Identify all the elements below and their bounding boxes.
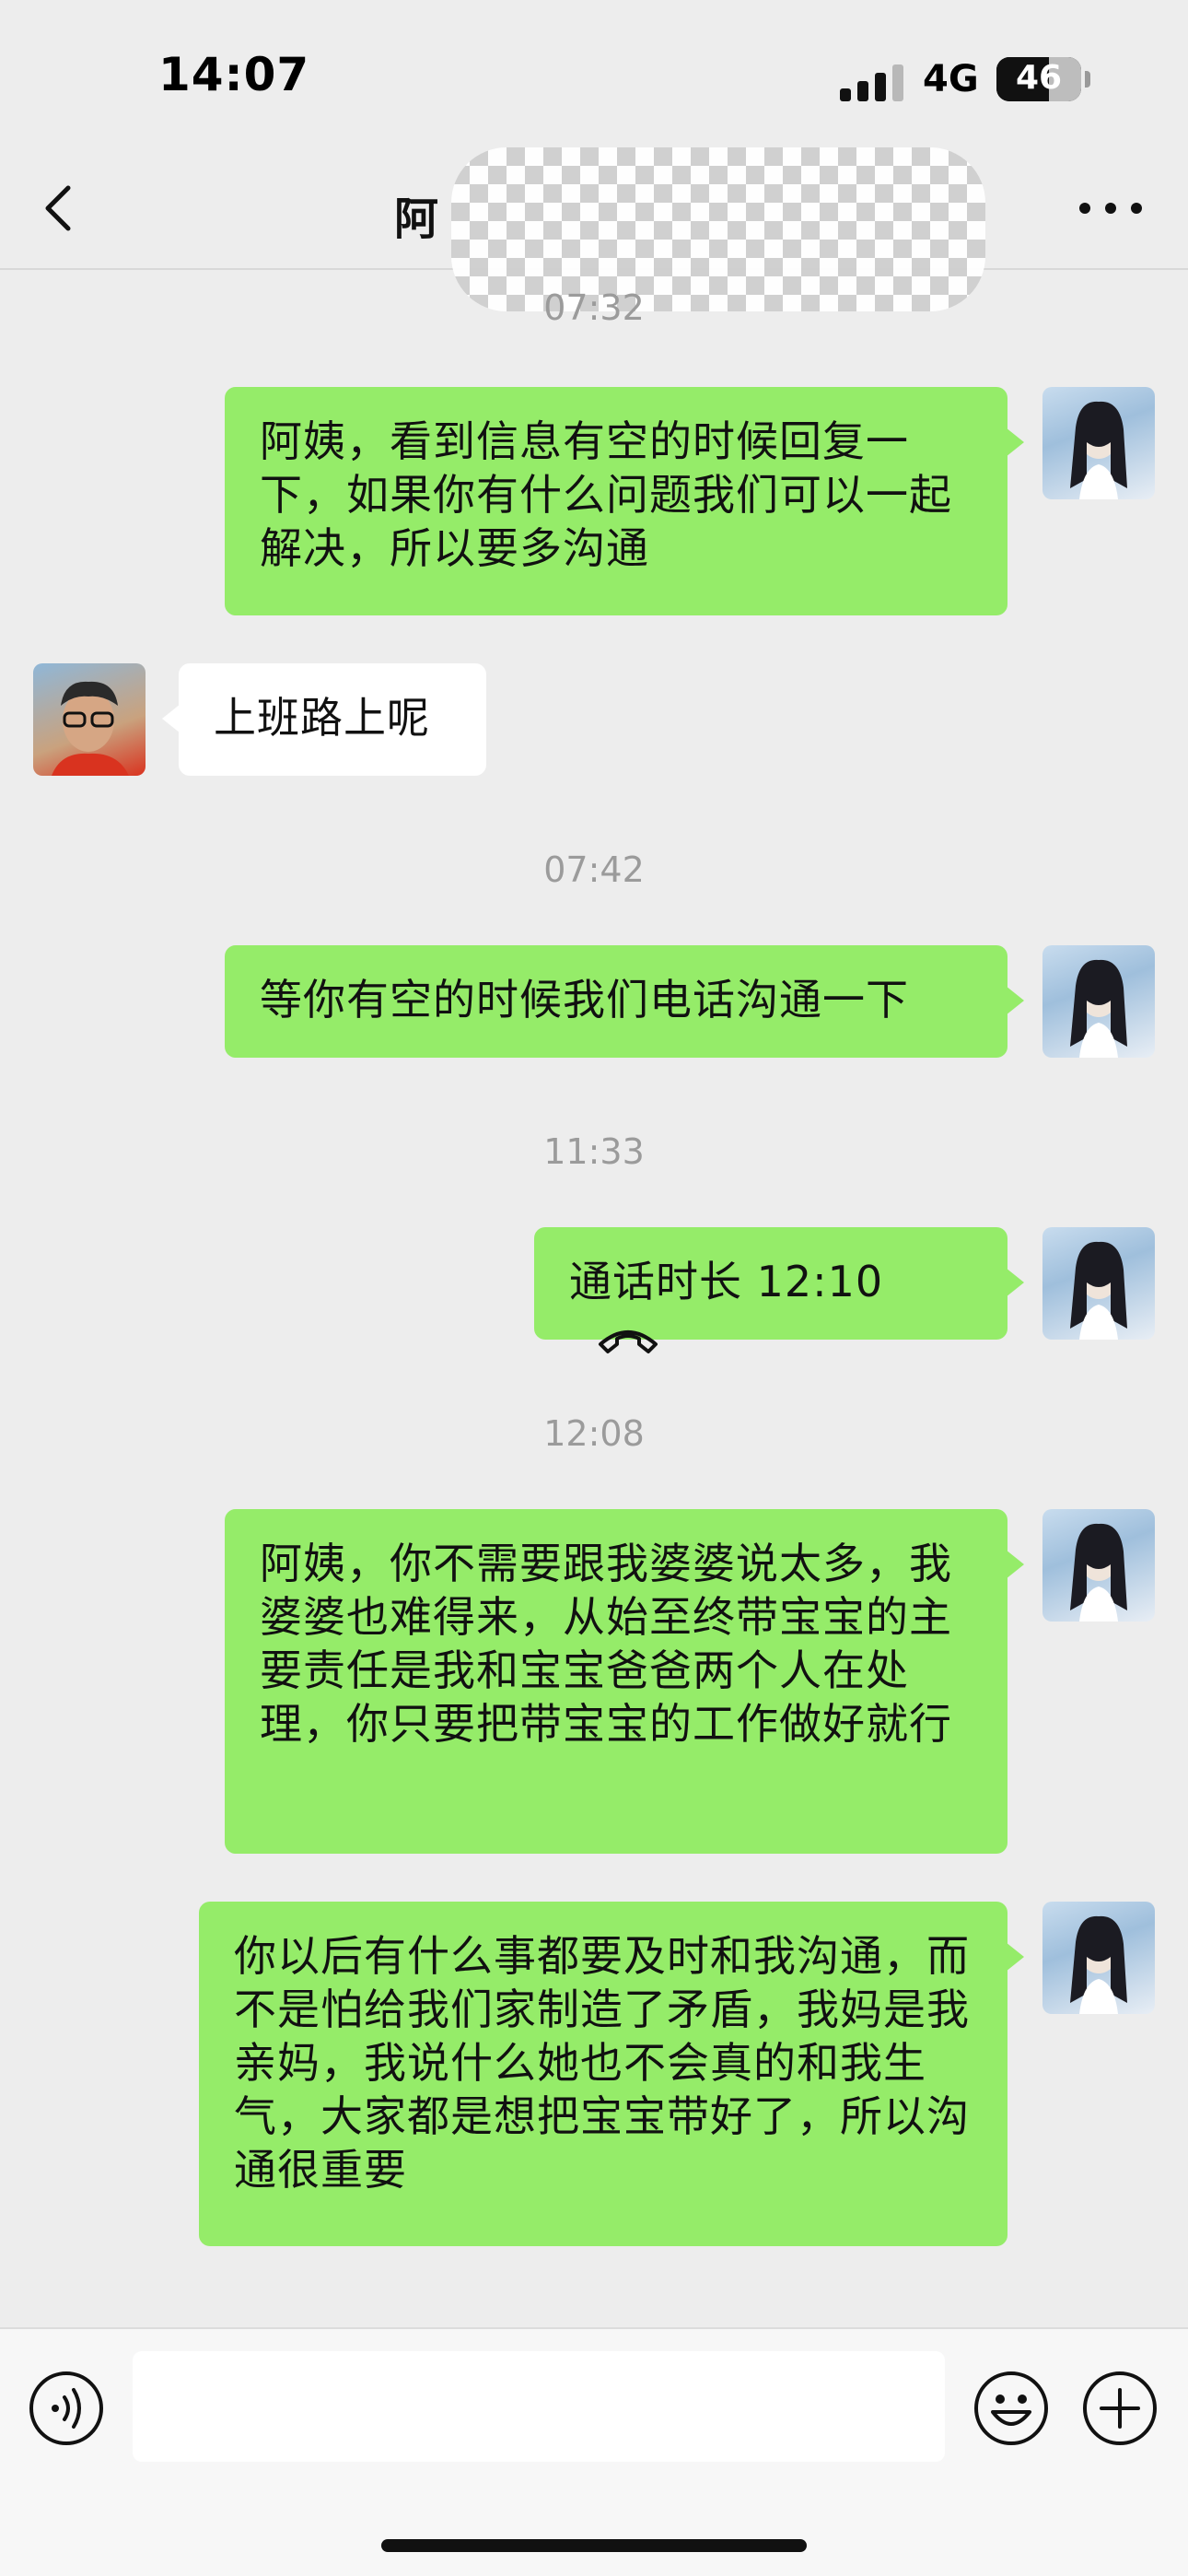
battery-icon: 46 xyxy=(996,57,1081,101)
cellular-signal-icon xyxy=(840,64,903,101)
battery-percent: 46 xyxy=(1015,59,1063,97)
self-avatar[interactable] xyxy=(1042,1509,1155,1622)
status-time: 14:07 xyxy=(158,48,310,101)
status-bar: 14:07 4G 46 xyxy=(0,0,1188,147)
chat-title: 阿 xyxy=(394,193,439,245)
more-dots-icon[interactable] xyxy=(1076,188,1146,228)
avatar-image xyxy=(52,681,129,776)
plus-icon[interactable] xyxy=(1081,2370,1159,2447)
avatar-image xyxy=(1070,1523,1127,1622)
sent-message-bubble[interactable]: 阿姨，你不需要跟我婆婆说太多，我婆婆也难得来，从始至终带宝宝的主要责任是我和宝宝… xyxy=(225,1509,1024,1854)
message-timestamp: 07:42 xyxy=(543,849,645,890)
message-text-input[interactable] xyxy=(133,2351,945,2462)
voice-input-icon[interactable] xyxy=(28,2370,105,2447)
chat-header: 阿 xyxy=(0,147,1188,311)
self-avatar[interactable] xyxy=(1042,1227,1155,1340)
message-timestamp: 07:32 xyxy=(543,287,645,328)
message-timestamp: 12:08 xyxy=(543,1413,645,1454)
self-avatar[interactable] xyxy=(1042,1902,1155,2014)
home-indicator[interactable] xyxy=(381,2539,807,2552)
self-avatar[interactable] xyxy=(1042,387,1155,499)
emoji-icon[interactable] xyxy=(973,2370,1050,2447)
battery-cap xyxy=(1085,71,1090,88)
chevron-left-icon[interactable] xyxy=(28,175,94,241)
avatar-image xyxy=(1070,1915,1127,2014)
avatar-image xyxy=(1070,959,1127,1058)
avatar-image xyxy=(1070,1241,1127,1340)
call-duration-text: 通话时长 12:10 xyxy=(569,1257,884,1306)
message-timestamp: 11:33 xyxy=(543,1131,645,1172)
self-avatar[interactable] xyxy=(1042,945,1155,1058)
phone-hangup-icon xyxy=(599,1329,658,1353)
sent-message-bubble[interactable]: 阿姨，看到信息有空的时候回复一下，如果你有什么问题我们可以一起解决，所以要多沟通 xyxy=(225,387,1024,615)
sent-message-bubble[interactable]: 等你有空的时候我们电话沟通一下 xyxy=(225,945,1024,1058)
call-record-bubble[interactable]: 通话时长 12:10 xyxy=(534,1227,1024,1353)
avatar-image xyxy=(1070,401,1127,499)
received-message-bubble[interactable]: 上班路上呢 xyxy=(162,663,486,776)
contact-avatar[interactable] xyxy=(33,663,146,776)
network-type: 4G xyxy=(923,58,979,100)
sent-message-bubble[interactable]: 你以后有什么事都要及时和我沟通，而不是怕给我们家制造了矛盾，我妈是我亲妈，我说什… xyxy=(199,1902,1024,2246)
